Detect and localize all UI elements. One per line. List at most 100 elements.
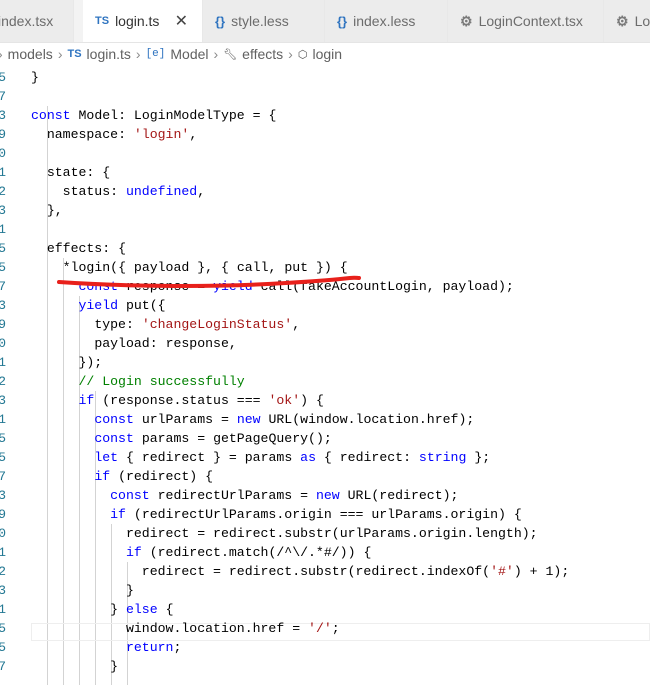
code-line[interactable]: 2 status: undefined, xyxy=(0,182,650,201)
code-token: { xyxy=(165,602,174,617)
code-text: const Model: LoginModelType = { xyxy=(31,106,276,125)
code-line[interactable]: 1 } else { xyxy=(0,600,650,619)
code-line[interactable]: 9 if (redirectUrlParams.origin === urlPa… xyxy=(0,505,650,524)
code-token: response xyxy=(165,336,229,351)
code-editor[interactable]: 5} 7 3 const Model: LoginModelType = {9 nam… xyxy=(0,66,650,685)
chevron-right-icon: › xyxy=(0,46,3,62)
code-token: Model xyxy=(78,108,119,123)
code-token: params xyxy=(244,450,293,465)
code-token: params xyxy=(141,431,190,446)
code-line[interactable]: 7 } xyxy=(0,657,650,676)
code-token: }); xyxy=(78,355,103,370)
tab-style-less[interactable]: {} style.less xyxy=(203,0,325,42)
breadcrumb-item-effects[interactable]: 🔧︎ effects xyxy=(223,46,283,62)
code-token: = xyxy=(252,108,261,123)
code-token: response xyxy=(110,393,174,408)
code-token: : xyxy=(118,108,126,123)
code-line[interactable]: 3 } xyxy=(0,581,650,600)
code-line[interactable]: 1 if (redirect.match(/^\/.*#/)) { xyxy=(0,543,650,562)
annotation-stroke xyxy=(57,275,361,288)
code-line[interactable]: 5 effects: { xyxy=(0,239,650,258)
code-token: . xyxy=(418,412,427,427)
code-token: origin xyxy=(418,526,467,541)
code-text: const redirectUrlParams = new URL(redire… xyxy=(31,486,458,505)
code-token: { xyxy=(102,165,111,180)
code-token: substr xyxy=(300,564,348,579)
breadcrumb-item-models[interactable]: models xyxy=(8,46,53,62)
code-text: // Login successfully xyxy=(31,372,244,391)
breadcrumb-label: Model xyxy=(170,46,209,62)
line-number: 5 xyxy=(0,431,6,446)
tab-index-less[interactable]: {} index.less xyxy=(325,0,448,42)
code-line[interactable]: 0 redirect = redirect.substr(urlParams.o… xyxy=(0,524,650,543)
tab-label: LoginContext.tsx xyxy=(478,13,583,29)
code-line[interactable]: 3 const Model: LoginModelType = { xyxy=(0,106,650,125)
line-number: 1 xyxy=(0,355,6,370)
string-token: '/' xyxy=(308,621,332,636)
code-line[interactable]: 1 const urlParams = new URL(window.locat… xyxy=(0,410,650,429)
code-token: match xyxy=(228,545,269,560)
close-icon[interactable]: ✕ xyxy=(175,11,188,31)
code-line[interactable]: 7 if (redirect) { xyxy=(0,467,650,486)
code-token: . xyxy=(347,412,356,427)
code-line[interactable]: 7 xyxy=(0,87,650,106)
code-token: : xyxy=(118,127,126,142)
line-number: 0 xyxy=(0,336,6,351)
code-line[interactable]: 5} xyxy=(0,68,650,87)
code-line[interactable]: 9 namespace: 'login', xyxy=(0,125,650,144)
breadcrumb-item-login-ts[interactable]: TS login.ts xyxy=(67,46,130,62)
code-line[interactable]: 9 type: 'changeLoginStatus', xyxy=(0,315,650,334)
code-line[interactable]: 3 }, xyxy=(0,201,650,220)
tab-index-tsx[interactable]: index.tsx xyxy=(0,0,74,42)
line-number: 2 xyxy=(0,564,6,579)
code-token: href xyxy=(426,412,459,427)
code-line[interactable]: 5 const params = getPageQuery(); xyxy=(0,429,650,448)
tab-login-ts[interactable]: TS login.ts ✕ xyxy=(83,0,203,42)
tab-logincontext-tsx[interactable]: ⚙ LoginContext.tsx xyxy=(448,0,604,42)
code-line[interactable]: 5 window.location.href = '/'; xyxy=(0,619,650,638)
keyword-token: const xyxy=(94,412,134,427)
code-line[interactable]: 2 // Login successfully xyxy=(0,372,650,391)
code-text: type: 'changeLoginStatus', xyxy=(31,315,300,334)
code-text: if (redirectUrlParams.origin === urlPara… xyxy=(31,505,522,524)
code-line[interactable]: 1 xyxy=(0,220,650,239)
line-number: 0 xyxy=(0,526,6,541)
code-text: status: undefined, xyxy=(31,182,205,201)
code-line[interactable]: 2 redirect = redirect.substr(redirect.in… xyxy=(0,562,650,581)
code-line[interactable]: 5 let { redirect } = params as { redirec… xyxy=(0,448,650,467)
code-token: namespace xyxy=(46,127,119,142)
gear-icon: ⚙ xyxy=(616,12,629,29)
code-line[interactable]: 3 const redirectUrlParams = new URL(redi… xyxy=(0,486,650,505)
code-line[interactable]: 1 }); xyxy=(0,353,650,372)
code-token: { xyxy=(268,108,277,123)
tab-label: index.tsx xyxy=(0,13,54,29)
tab-lo[interactable]: ⚙ Lo xyxy=(604,0,650,42)
code-token: ( xyxy=(331,526,340,541)
code-line[interactable]: 3 if (response.status === 'ok') { xyxy=(0,391,650,410)
code-line[interactable]: 5 return; xyxy=(0,638,650,657)
breadcrumb-item-login[interactable]: ⬡ login xyxy=(298,46,342,62)
code-token: URL xyxy=(347,488,372,503)
keyword-token: if xyxy=(78,393,95,408)
code-token: = xyxy=(197,526,206,541)
tab-label: Lo xyxy=(634,13,650,29)
code-line[interactable]: 3 yield put({ xyxy=(0,296,650,315)
code-line[interactable]: 0 payload: response, xyxy=(0,334,650,353)
code-line[interactable]: 0 xyxy=(0,144,650,163)
breadcrumb-item-model[interactable]: [e] Model xyxy=(146,46,209,62)
code-line[interactable]: 1 state: { xyxy=(0,163,650,182)
code-token: = xyxy=(220,412,229,427)
code-text: return; xyxy=(31,638,181,657)
